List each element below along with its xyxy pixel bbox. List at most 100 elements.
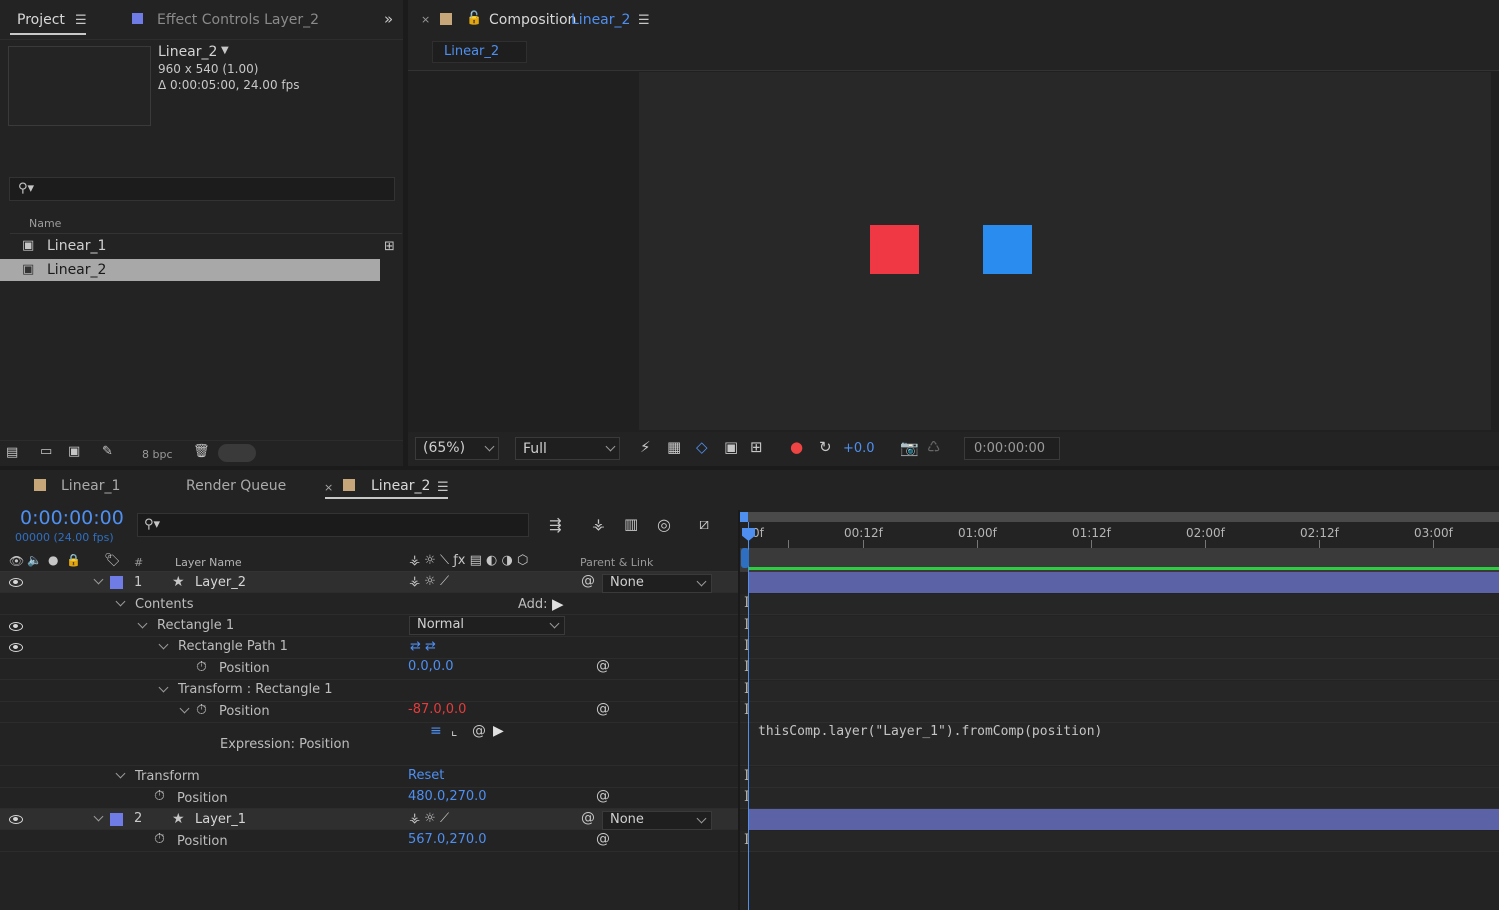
project-item-label[interactable]: Linear_2 — [47, 262, 106, 278]
expand-panels-icon[interactable]: » — [384, 12, 393, 27]
stopwatch-icon[interactable]: ⏱ — [154, 789, 165, 803]
pickwhip-icon[interactable]: @ — [596, 832, 610, 846]
project-item-label[interactable]: Linear_1 — [47, 238, 106, 254]
red-square-shape[interactable] — [870, 225, 919, 274]
tab-project[interactable]: Project — [17, 12, 65, 28]
lock-icon[interactable]: 🔒 — [66, 554, 81, 566]
transform-rect-position-value[interactable]: -87.0,0.0 — [408, 702, 466, 717]
layer-name[interactable]: Layer_1 — [195, 812, 246, 827]
layer-name[interactable]: Layer_2 — [195, 575, 246, 590]
transform-label[interactable]: Transform — [135, 769, 200, 784]
motion-blur-icon[interactable]: ◎ — [657, 517, 671, 533]
tab-linear-1[interactable]: Linear_1 — [61, 478, 120, 494]
expression-code[interactable]: thisComp.layer("Layer_1").fromComp(posit… — [758, 724, 1102, 739]
stopwatch-icon[interactable]: ⏱ — [196, 660, 207, 674]
transform-rect-label[interactable]: Transform : Rectangle 1 — [178, 682, 332, 697]
close-tab-icon[interactable]: × — [324, 482, 333, 493]
rectangle-group-label[interactable]: Rectangle 1 — [157, 618, 234, 633]
stopwatch-icon[interactable]: ⏱ — [196, 703, 207, 717]
comp-flowchart-icon[interactable]: ⇶ — [549, 518, 562, 533]
region-of-interest-icon[interactable]: ▣ — [724, 440, 738, 455]
expression-pickwhip-icon[interactable]: @ — [472, 724, 486, 738]
column-parent[interactable]: Parent & Link — [580, 556, 653, 569]
reset-exposure-icon[interactable]: ↻ — [819, 440, 832, 455]
expression-graph-icon[interactable]: ⌞ — [451, 724, 458, 738]
eye-icon[interactable] — [9, 578, 23, 587]
panel-divider[interactable] — [738, 510, 740, 910]
eye-icon[interactable] — [9, 815, 23, 824]
expression-enable-icon[interactable]: ≡ — [430, 724, 442, 738]
panel-menu-icon[interactable]: ☰ — [437, 481, 449, 494]
tab-effect-controls[interactable]: Effect Controls Layer_2 — [157, 12, 319, 28]
grid-guides-icon[interactable]: ⊞ — [750, 440, 763, 455]
pickwhip-icon[interactable]: @ — [596, 659, 610, 673]
comp-canvas[interactable] — [639, 72, 1491, 430]
column-name[interactable]: Name — [29, 217, 61, 230]
column-layer-name[interactable]: Layer Name — [175, 556, 242, 569]
snapshot-icon[interactable]: 📷 — [900, 441, 919, 456]
close-tab-icon[interactable]: × — [421, 14, 430, 25]
property-row[interactable] — [0, 831, 738, 852]
transform-position-value[interactable]: 480.0,270.0 — [408, 789, 487, 804]
work-area-start[interactable] — [740, 512, 748, 522]
expression-language-menu-icon[interactable]: ▶ — [493, 724, 504, 738]
tab-linear-2[interactable]: Linear_2 — [371, 478, 430, 494]
layer-switches-icons[interactable]: ⚶ ☼ ⟋ — [409, 812, 449, 825]
pickwhip-icon[interactable]: @ — [581, 574, 595, 588]
video-visibility-icon[interactable]: 👁 — [9, 555, 24, 567]
pickwhip-icon[interactable]: @ — [596, 789, 610, 803]
property-row[interactable] — [0, 788, 738, 809]
property-row[interactable] — [0, 681, 738, 702]
audio-icon[interactable]: 🔈 — [27, 554, 42, 566]
rect-path-label[interactable]: Rectangle Path 1 — [178, 639, 288, 654]
exposure-value[interactable]: +0.0 — [843, 441, 875, 456]
eye-icon[interactable] — [9, 622, 23, 631]
interpret-footage-icon[interactable]: ▤ — [6, 446, 18, 459]
current-time[interactable]: 0:00:00:00 — [20, 507, 124, 529]
panel-menu-icon[interactable]: ☰ — [75, 14, 87, 27]
new-composition-icon[interactable]: ▣ — [68, 445, 80, 458]
add-button-icon[interactable]: ▶ — [552, 597, 564, 612]
layer2-position-value[interactable]: 567.0,270.0 — [408, 832, 487, 847]
selected-item-dropdown-icon[interactable]: ▼ — [221, 46, 229, 56]
work-area-bar[interactable] — [740, 512, 1499, 522]
comp-tab-prefix[interactable]: Composition — [489, 12, 576, 28]
project-search-input[interactable] — [9, 177, 395, 201]
render-icon[interactable]: ✎ — [102, 445, 113, 458]
property-row[interactable] — [0, 616, 738, 637]
solo-icon[interactable]: ● — [48, 554, 58, 566]
transparency-grid-icon[interactable]: ▦ — [667, 440, 681, 455]
flowchart-icon[interactable]: ⊞ — [384, 240, 395, 253]
show-snapshot-icon[interactable]: ♺ — [927, 440, 940, 455]
layer-label-color[interactable] — [110, 576, 123, 589]
rect-path-position-value[interactable]: 0.0,0.0 — [408, 659, 453, 674]
frame-blending-icon[interactable]: ▥ — [624, 517, 638, 532]
path-direction-icons[interactable]: ⇄ ⇄ — [410, 640, 436, 653]
panel-menu-icon[interactable]: ☰ — [638, 14, 650, 27]
blue-square-shape[interactable] — [983, 225, 1032, 274]
layer-switches-icons[interactable]: ⚶ ☼ ⟋ — [409, 575, 449, 588]
layer-label-color[interactable] — [110, 813, 123, 826]
pickwhip-icon[interactable]: @ — [596, 702, 610, 716]
pickwhip-icon[interactable]: @ — [581, 811, 595, 825]
draft-3d-icon[interactable]: ⚶ — [592, 517, 605, 532]
channels-icon[interactable]: ● — [790, 440, 803, 455]
label-tag-icon[interactable]: 🏷 — [104, 554, 121, 567]
layer-duration-bar[interactable] — [748, 572, 1499, 593]
tab-render-queue[interactable]: Render Queue — [186, 478, 286, 494]
property-row[interactable] — [0, 702, 738, 723]
comp-subtab-label[interactable]: Linear_2 — [444, 44, 499, 59]
comp-tab-name[interactable]: Linear_2 — [571, 12, 630, 28]
layer-duration-bar[interactable] — [748, 809, 1499, 830]
contents-label[interactable]: Contents — [135, 597, 193, 612]
new-folder-icon[interactable]: ▭ — [40, 445, 52, 458]
footer-slider[interactable] — [218, 444, 256, 462]
delete-icon[interactable]: 🗑 — [193, 445, 210, 458]
layer-search-input[interactable] — [137, 513, 529, 537]
lock-icon[interactable]: 🔓 — [466, 12, 482, 25]
reset-link[interactable]: Reset — [408, 768, 444, 783]
eye-icon[interactable] — [9, 643, 23, 652]
property-row[interactable] — [0, 767, 738, 788]
mask-visibility-icon[interactable]: ◇ — [696, 440, 708, 455]
property-row[interactable] — [0, 659, 738, 680]
